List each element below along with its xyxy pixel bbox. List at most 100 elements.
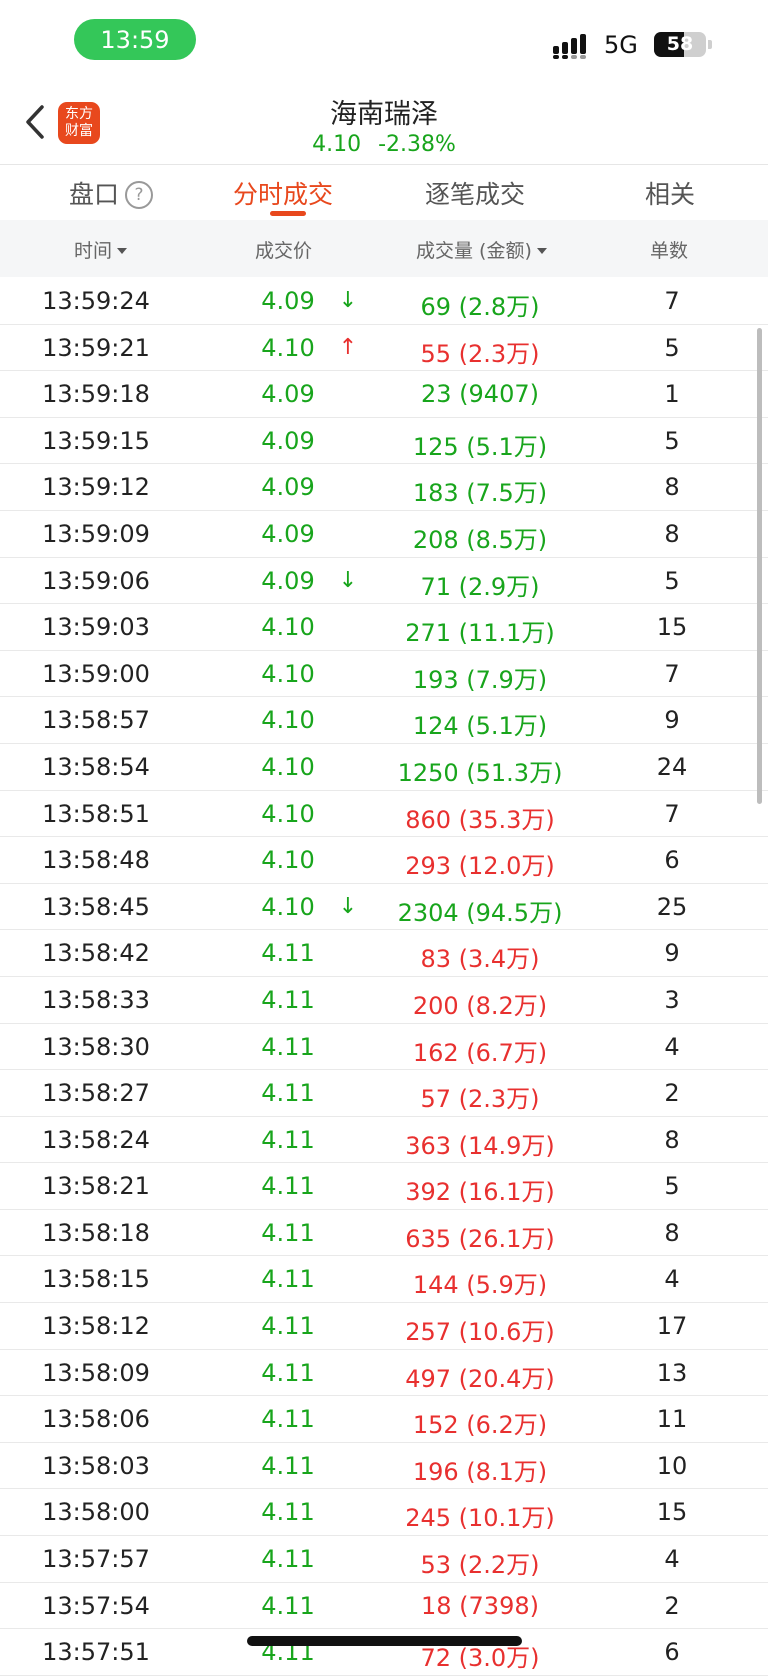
trade-time: 13:59:03 xyxy=(42,613,150,642)
table-row: 13:59:21 4.10 ↑ 55 (2.3万) 5 xyxy=(0,325,768,372)
table-row: 13:58:51 4.10 860 (35.3万) 7 xyxy=(0,791,768,838)
trade-list[interactable]: 13:59:24 4.09 ↓ 69 (2.8万) 7 13:59:21 4.10 ↑ 55 (… xyxy=(0,278,768,1676)
trade-count: 5 xyxy=(664,1172,680,1201)
trade-count: 4 xyxy=(664,1265,680,1294)
trade-price: 4.09 xyxy=(261,287,315,315)
trade-time: 13:58:54 xyxy=(42,752,150,781)
trade-time: 13:58:03 xyxy=(42,1451,150,1480)
table-row: 13:58:03 4.11 196 (8.1万) 10 xyxy=(0,1443,768,1490)
signal-icon xyxy=(553,34,586,59)
help-icon[interactable]: ? xyxy=(125,181,154,209)
column-volume: 成交量 (金额) xyxy=(416,240,532,262)
trade-price: 4.10 xyxy=(261,706,315,735)
trade-count: 6 xyxy=(664,1638,680,1667)
trade-count: 13 xyxy=(656,1358,688,1387)
trade-price: 4.11 xyxy=(261,1451,315,1480)
battery-percent: 58 xyxy=(666,33,694,55)
trade-time: 13:59:18 xyxy=(42,380,150,409)
trade-time: 13:58:48 xyxy=(42,846,150,875)
trade-price: 4.09 xyxy=(261,380,315,409)
trade-price: 4.11 xyxy=(261,1265,315,1294)
trade-count: 8 xyxy=(664,1125,680,1154)
trade-volume: 293 (12.0万) xyxy=(405,852,555,881)
trade-time: 13:59:24 xyxy=(42,287,150,315)
trade-count: 4 xyxy=(664,1032,680,1061)
trade-price: 4.11 xyxy=(261,939,315,968)
status-time: 13:59 xyxy=(74,19,196,60)
network-type: 5G xyxy=(604,31,638,59)
column-time-sort[interactable]: 时间 xyxy=(74,236,128,263)
trade-price: 4.11 xyxy=(261,1172,315,1201)
trade-volume: 2304 (94.5万) xyxy=(397,898,563,927)
table-row: 13:59:15 4.09 125 (5.1万) 5 xyxy=(0,418,768,465)
trade-count: 1 xyxy=(664,380,680,409)
trade-time: 13:59:21 xyxy=(42,333,150,362)
table-row: 13:59:00 4.10 193 (7.9万) 7 xyxy=(0,651,768,698)
table-row: 13:59:06 4.09 ↓ 71 (2.9万) 5 xyxy=(0,558,768,605)
trade-volume: 18 (7398) xyxy=(421,1591,539,1620)
trade-price: 4.11 xyxy=(261,985,315,1014)
trade-count: 2 xyxy=(664,1591,680,1620)
trade-volume: 245 (10.1万) xyxy=(405,1504,555,1533)
table-row: 13:57:57 4.11 53 (2.2万) 4 xyxy=(0,1536,768,1583)
table-row: 13:58:21 4.11 392 (16.1万) 5 xyxy=(0,1163,768,1210)
trade-count: 10 xyxy=(656,1451,688,1480)
table-row: 13:58:33 4.11 200 (8.2万) 3 xyxy=(0,977,768,1024)
stock-name: 海南瑞泽 xyxy=(330,99,438,130)
trade-time: 13:58:33 xyxy=(42,985,150,1014)
trade-count: 8 xyxy=(664,1218,680,1247)
trade-count: 2 xyxy=(664,1079,680,1108)
trade-volume: 200 (8.2万) xyxy=(412,991,548,1020)
tab-time-trades[interactable]: 分时成交 xyxy=(233,175,333,211)
scrollbar[interactable] xyxy=(757,328,762,804)
trade-time: 13:58:21 xyxy=(42,1172,150,1201)
trade-price: 4.11 xyxy=(261,1125,315,1154)
table-row: 13:59:12 4.09 183 (7.5万) 8 xyxy=(0,464,768,511)
trade-count: 3 xyxy=(664,985,680,1014)
trade-time: 13:58:30 xyxy=(42,1032,150,1061)
trade-count: 11 xyxy=(656,1405,688,1434)
trade-volume: 635 (26.1万) xyxy=(405,1224,555,1253)
trade-volume: 860 (35.3万) xyxy=(405,805,555,834)
active-tab-indicator xyxy=(270,211,306,216)
trade-price: 4.11 xyxy=(261,1591,315,1620)
trade-time: 13:57:51 xyxy=(42,1638,150,1667)
table-row: 13:58:27 4.11 57 (2.3万) 2 xyxy=(0,1070,768,1117)
trade-count: 7 xyxy=(664,799,680,828)
trade-price: 4.11 xyxy=(261,1032,315,1061)
trade-volume: 152 (6.2万) xyxy=(412,1411,548,1440)
tab-related[interactable]: 相关 xyxy=(645,175,695,211)
trade-price: 4.11 xyxy=(261,1498,315,1527)
home-indicator[interactable] xyxy=(247,1636,522,1646)
trade-volume: 71 (2.9万) xyxy=(420,572,540,601)
trade-volume: 208 (8.5万) xyxy=(412,525,548,554)
trade-price: 4.10 xyxy=(261,892,315,921)
table-row: 13:58:00 4.11 245 (10.1万) 15 xyxy=(0,1489,768,1537)
trade-time: 13:58:42 xyxy=(42,939,150,968)
trade-count: 25 xyxy=(656,892,688,921)
column-volume-sort[interactable]: 成交量 (金额) xyxy=(416,236,547,263)
tab-tick-trades[interactable]: 逐笔成交 xyxy=(425,175,525,211)
sort-caret-icon xyxy=(117,248,128,254)
trade-volume: 497 (20.4万) xyxy=(405,1364,555,1393)
trade-volume: 193 (7.9万) xyxy=(412,665,548,694)
trend-arrow-icon: ↓ xyxy=(338,567,358,593)
tab-order-book[interactable]: 盘口? xyxy=(69,175,154,211)
trade-time: 13:58:06 xyxy=(42,1405,150,1434)
trade-volume: 162 (6.7万) xyxy=(412,1038,548,1067)
trade-time: 13:57:57 xyxy=(42,1545,150,1574)
trade-price: 4.10 xyxy=(261,846,315,875)
stock-price: 4.10 xyxy=(312,132,362,157)
trade-volume: 23 (9407) xyxy=(421,380,539,409)
table-row: 13:58:42 4.11 83 (3.4万) 9 xyxy=(0,930,768,977)
trade-count: 8 xyxy=(664,519,680,548)
tab-bar: 盘口? 分时成交 逐笔成交 相关 xyxy=(0,164,768,221)
trade-price: 4.11 xyxy=(261,1079,315,1108)
table-row: 13:59:24 4.09 ↓ 69 (2.8万) 7 xyxy=(0,278,768,325)
trade-count: 4 xyxy=(664,1545,680,1574)
trade-volume: 69 (2.8万) xyxy=(420,293,540,321)
trade-time: 13:59:12 xyxy=(42,473,150,502)
trade-count: 7 xyxy=(664,287,680,315)
trade-price: 4.10 xyxy=(261,613,315,642)
trade-time: 13:57:54 xyxy=(42,1591,150,1620)
